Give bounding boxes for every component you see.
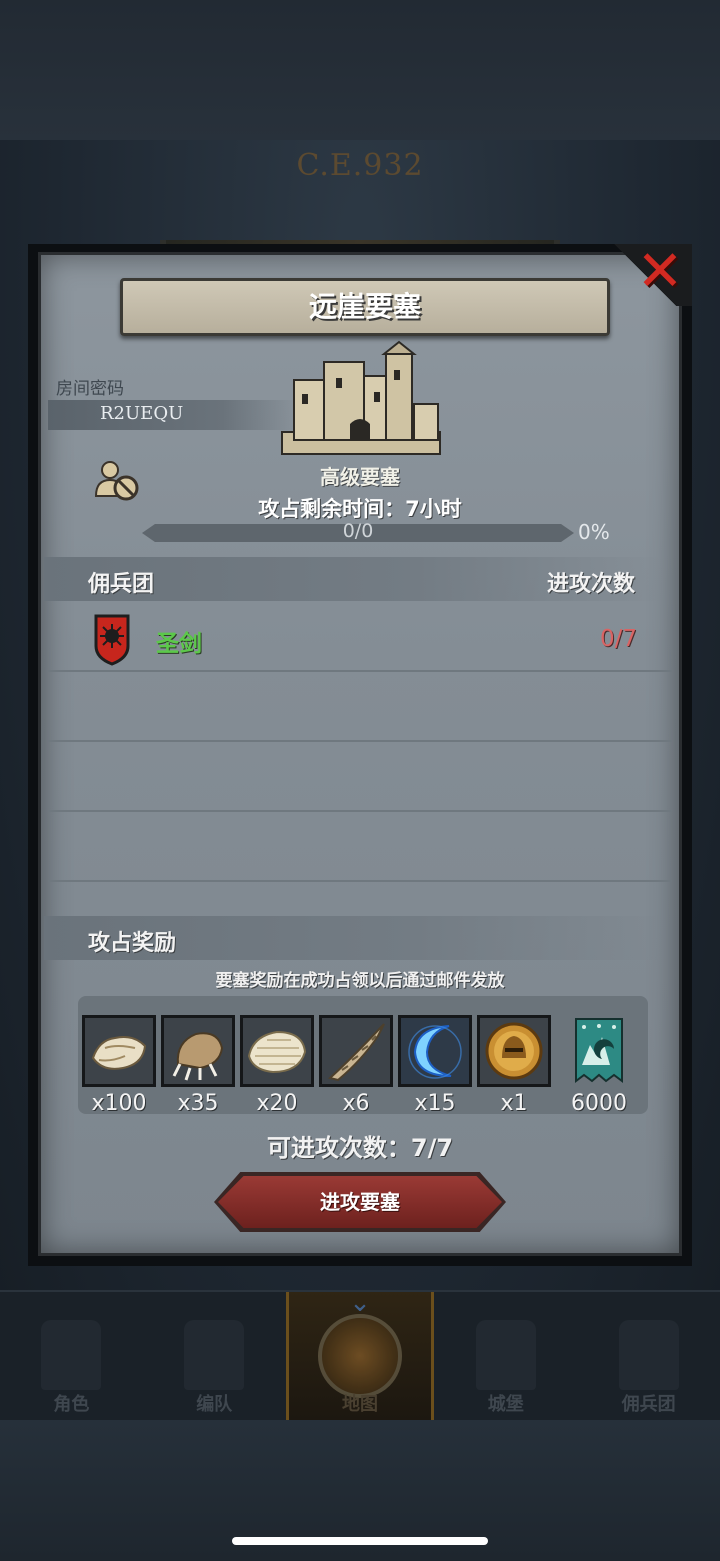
- fortress-type: 高级要塞: [320, 465, 400, 489]
- fur-pelt-icon: [82, 1015, 156, 1087]
- attack-fortress-button[interactable]: 进攻要塞: [218, 1176, 502, 1228]
- reward-item[interactable]: x1: [477, 1015, 551, 1116]
- reward-item[interactable]: x100: [82, 1015, 156, 1116]
- golden-helmet-coin-icon: [477, 1015, 551, 1087]
- empty-row: [48, 672, 672, 742]
- nav-item-formation[interactable]: 编队: [143, 1292, 286, 1420]
- mercenary-section-title: 佣兵团: [88, 572, 155, 597]
- reward-qty: x100: [91, 1091, 147, 1116]
- red-shield-emblem-icon: [94, 614, 130, 666]
- knight-icon: [41, 1320, 102, 1390]
- rewards-section-title: 攻占奖励: [88, 931, 177, 956]
- blue-crescent-icon: [398, 1015, 472, 1087]
- mercenary-attack-count: 0/7: [600, 626, 638, 652]
- close-icon[interactable]: ✕: [636, 244, 684, 300]
- reward-item[interactable]: 6000: [562, 1015, 636, 1116]
- reward-qty: x15: [414, 1091, 456, 1116]
- reward-qty: x6: [342, 1091, 370, 1116]
- attacks-column-header: 进攻次数: [547, 572, 636, 597]
- nav-label: 编队: [196, 1394, 233, 1415]
- nav-label: 地图: [341, 1394, 378, 1415]
- reward-item[interactable]: x20: [240, 1015, 314, 1116]
- mercenary-name[interactable]: 圣剑: [156, 624, 202, 658]
- twisted-horn-icon: [319, 1015, 393, 1087]
- reward-qty: x35: [177, 1091, 219, 1116]
- guild-banner-icon: [562, 1015, 636, 1087]
- mercenary-row[interactable]: [48, 602, 672, 672]
- nav-item-mercenary[interactable]: 佣兵团: [577, 1292, 720, 1420]
- empty-row: [48, 742, 672, 812]
- helmet-formation-icon: [184, 1320, 245, 1390]
- room-password-value: R2UEQU: [100, 403, 184, 424]
- map-globe-icon: [317, 1314, 402, 1398]
- progress-text: 0/0: [342, 520, 374, 542]
- reward-item[interactable]: x35: [161, 1015, 235, 1116]
- time-remaining: 攻占剩余时间：7小时: [258, 497, 462, 521]
- rewards-note: 要塞奖励在成功占领以后通过邮件发放: [215, 971, 505, 991]
- nav-item-character[interactable]: 角色: [0, 1292, 143, 1420]
- progress-percent: 0%: [578, 520, 610, 544]
- castle-icon: [281, 340, 441, 455]
- reward-qty: x20: [256, 1091, 298, 1116]
- reward-item[interactable]: x15: [398, 1015, 472, 1116]
- chevron-down-icon: ⌄: [349, 1288, 371, 1318]
- status-bar-area: [0, 0, 720, 140]
- empty-row: [48, 812, 672, 882]
- nav-label: 佣兵团: [621, 1394, 676, 1415]
- reward-qty: 6000: [571, 1091, 627, 1116]
- ship-flag-icon: [618, 1320, 679, 1390]
- reward-item[interactable]: x6: [319, 1015, 393, 1116]
- home-indicator[interactable]: [232, 1537, 488, 1545]
- beast-claw-icon: [161, 1015, 235, 1087]
- nav-label: 角色: [53, 1394, 90, 1415]
- nav-label: 城堡: [487, 1394, 524, 1415]
- era-label: C.E.932: [296, 148, 424, 183]
- reward-qty: x1: [500, 1091, 528, 1116]
- attacks-remaining: 可进攻次数：7/7: [266, 1134, 454, 1162]
- dialog-title: 远崖要塞: [120, 278, 610, 336]
- room-password-label: 房间密码: [56, 379, 124, 399]
- scale-hide-icon: [240, 1015, 314, 1087]
- castle-nav-icon: [475, 1320, 536, 1390]
- nav-item-castle[interactable]: 城堡: [434, 1292, 577, 1420]
